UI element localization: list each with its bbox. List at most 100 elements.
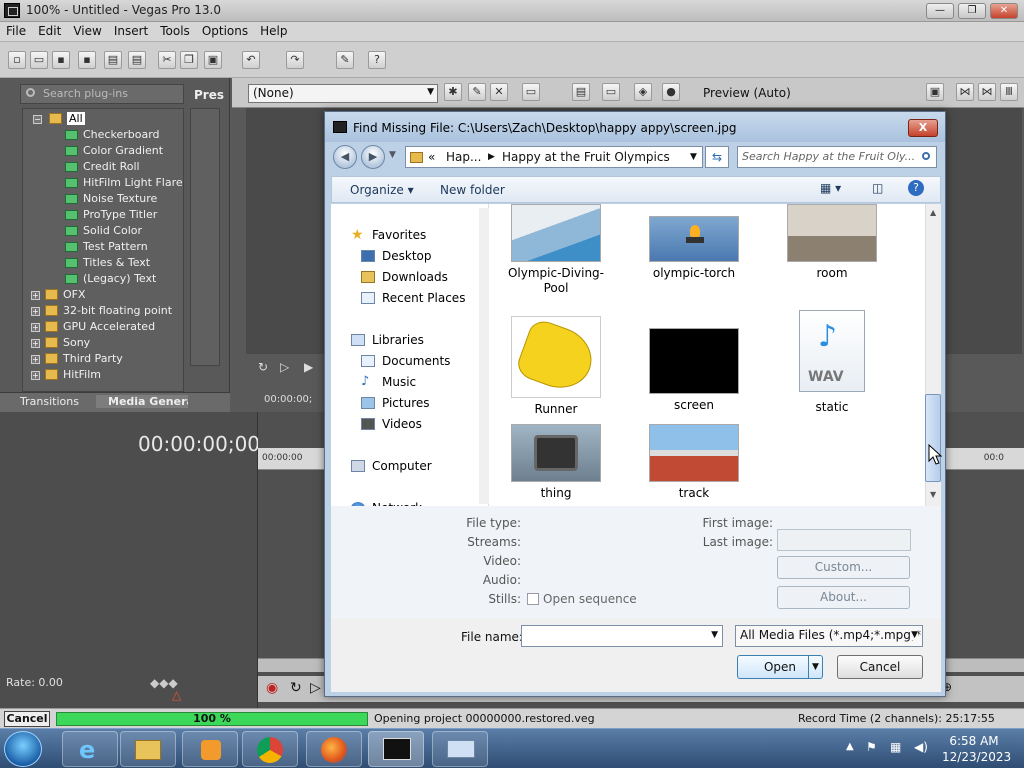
remove-fx-icon[interactable]: ✕ [490, 83, 508, 101]
maximize-button[interactable]: ❐ [958, 3, 986, 19]
scroll-down-icon[interactable]: ▼ [930, 490, 936, 499]
new-project-icon[interactable]: ▫ [8, 51, 26, 69]
trim-end-icon[interactable]: ⋈ [978, 83, 996, 101]
address-bar[interactable]: « Hap... ▶ Happy at the Fruit Olympics ▼ [405, 146, 703, 168]
play-from-start-icon[interactable]: ▷ [280, 360, 289, 374]
folder-search-input[interactable]: Search Happy at the Fruit Oly... [737, 146, 937, 168]
address-overflow[interactable]: « [428, 150, 435, 164]
save-as-icon[interactable]: ▪ [78, 51, 96, 69]
undo-icon[interactable]: ↶ [242, 51, 260, 69]
collapse-icon[interactable]: − [33, 115, 42, 124]
record-icon[interactable]: ◉ [266, 680, 278, 696]
copy-snapshot-icon[interactable]: ▣ [926, 83, 944, 101]
new-folder-button[interactable]: New folder [440, 183, 505, 197]
expand-icon[interactable]: + [31, 307, 40, 316]
organize-menu[interactable]: Organize ▾ [350, 183, 414, 197]
file-item[interactable]: Olympic-Diving- Pool [501, 204, 611, 296]
custom-button[interactable]: Custom... [777, 556, 910, 579]
play-icon[interactable]: ▶ [304, 360, 313, 374]
file-item[interactable]: room [777, 204, 887, 281]
expand-icon[interactable]: + [31, 371, 40, 380]
redo-icon[interactable]: ↷ [286, 51, 304, 69]
close-button[interactable]: ✕ [990, 3, 1018, 19]
nav-libraries[interactable]: Libraries [351, 331, 424, 349]
nav-favorites[interactable]: ★ Favorites [351, 226, 426, 244]
tree-item-hitfilm[interactable]: + HitFilm [31, 367, 101, 383]
breadcrumb-current-folder[interactable]: Happy at the Fruit Olympics [502, 150, 670, 164]
menu-insert[interactable]: Insert [108, 22, 154, 40]
properties-icon[interactable]: ▤ [572, 83, 590, 101]
loop-icon[interactable]: ↻ [258, 360, 268, 374]
volume-icon[interactable]: ◀) [914, 740, 928, 754]
help-icon[interactable]: ? [908, 180, 924, 196]
file-name-input[interactable] [521, 625, 723, 647]
nav-music[interactable]: ♪ Music [361, 373, 416, 391]
tree-item-gpu-accelerated[interactable]: + GPU Accelerated [31, 319, 155, 335]
dialog-close-button[interactable]: X [908, 119, 938, 137]
whats-this-icon[interactable]: ? [368, 51, 386, 69]
action-center-icon[interactable]: ⚑ [866, 740, 877, 754]
preview-quality-dropdown[interactable]: Preview (Auto) [703, 86, 791, 100]
properties-icon[interactable]: ▤ [104, 51, 122, 69]
cut-icon[interactable]: ✂ [158, 51, 176, 69]
tree-item-all[interactable]: − All [33, 111, 85, 127]
firefox-icon[interactable] [306, 731, 362, 767]
tree-item-titles-text[interactable]: Titles & Text [63, 255, 150, 271]
network-status-icon[interactable]: ▦ [890, 740, 901, 754]
chrome-icon[interactable] [242, 731, 298, 767]
nav-documents[interactable]: Documents [361, 352, 450, 370]
nav-pictures[interactable]: Pictures [361, 394, 430, 412]
expand-icon[interactable]: + [31, 323, 40, 332]
nav-desktop[interactable]: Desktop [361, 247, 432, 265]
tree-item-hitfilm-light-flares[interactable]: HitFilm Light Flares [63, 175, 183, 191]
play-from-start-icon[interactable]: ▷ [310, 680, 321, 696]
open-sequence-checkbox[interactable] [527, 593, 539, 605]
nav-downloads[interactable]: Downloads [361, 268, 448, 286]
start-button[interactable] [4, 731, 42, 767]
tree-item-ofx[interactable]: + OFX [31, 287, 86, 303]
refresh-icon[interactable]: ⇆ [705, 146, 729, 168]
scroll-up-icon[interactable]: ▲ [930, 208, 936, 217]
forward-arrow-icon[interactable]: ▶ [361, 145, 385, 169]
nav-videos[interactable]: Videos [361, 415, 422, 433]
presets-list[interactable] [190, 108, 220, 366]
menu-file[interactable]: File [0, 22, 32, 40]
tab-media-generators[interactable]: Media Genera [96, 395, 188, 408]
tree-item-test-pattern[interactable]: Test Pattern [63, 239, 148, 255]
overlays-icon[interactable]: ● [662, 83, 680, 101]
tree-item-color-gradient[interactable]: Color Gradient [63, 143, 163, 159]
file-item[interactable]: olympic-torch [639, 216, 749, 281]
file-item[interactable]: thing [501, 424, 611, 501]
breadcrumb-hap[interactable]: Hap... [446, 150, 481, 164]
breadcrumb-separator-icon[interactable]: ▶ [488, 152, 495, 162]
trim-icon[interactable]: ⋈ [956, 83, 974, 101]
cancel-load-button[interactable]: Cancel [4, 711, 50, 727]
tree-item-sony[interactable]: + Sony [31, 335, 90, 351]
tree-item-solid-color[interactable]: Solid Color [63, 223, 142, 239]
menu-view[interactable]: View [67, 22, 107, 40]
address-dropdown-icon[interactable]: ▼ [690, 152, 697, 162]
system-clock[interactable]: 6:58 AM 12/23/2023 [942, 733, 1011, 765]
split-screen-icon[interactable]: ◈ [634, 83, 652, 101]
expand-icon[interactable]: + [31, 355, 40, 364]
recent-locations-chevron-icon[interactable]: ▼ [389, 150, 396, 160]
keyboard-app-icon[interactable] [432, 731, 488, 767]
file-list-scroll-thumb[interactable] [925, 394, 941, 482]
video-fx-dropdown[interactable]: (None) [248, 84, 438, 103]
tree-item-protype-titler[interactable]: ProType Titler [63, 207, 157, 223]
media-player-icon[interactable] [182, 731, 238, 767]
tree-item-credit-roll[interactable]: Credit Roll [63, 159, 140, 175]
menu-edit[interactable]: Edit [32, 22, 67, 40]
vegas-taskbar-icon[interactable] [368, 731, 424, 767]
minimize-button[interactable]: — [926, 3, 954, 19]
tree-item-third-party[interactable]: + Third Party [31, 351, 123, 367]
external-monitor-icon[interactable]: ▭ [602, 83, 620, 101]
audio-meter-icon[interactable]: Ⅲ [1000, 83, 1018, 101]
open-options-chevron-icon[interactable]: ▼ [808, 656, 822, 678]
copy-icon[interactable]: ❐ [180, 51, 198, 69]
video-fx-icon[interactable]: ✱ [444, 83, 462, 101]
fx-chain-icon[interactable]: ✎ [468, 83, 486, 101]
nav-computer[interactable]: Computer [351, 457, 432, 475]
file-item[interactable]: Runner [501, 316, 611, 417]
tree-item-checkerboard[interactable]: Checkerboard [63, 127, 160, 143]
